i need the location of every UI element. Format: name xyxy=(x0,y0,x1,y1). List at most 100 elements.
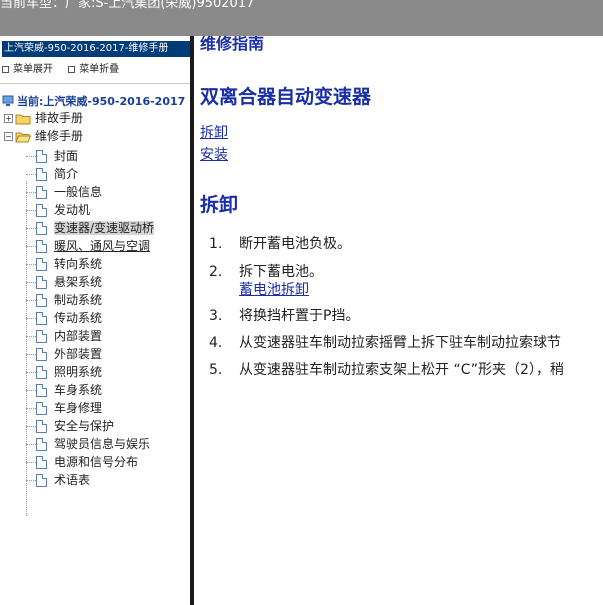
tree-item-label: 简介 xyxy=(54,167,79,181)
tree-item-steering[interactable]: 转向系统 xyxy=(26,255,102,273)
document-icon xyxy=(36,276,47,289)
step-item: 3. 将换挡杆置于P挡。 xyxy=(209,305,359,325)
tree-item-cover[interactable]: 封面 xyxy=(26,147,78,165)
tree-item-safety[interactable]: 安全与保护 xyxy=(26,417,114,435)
sidebar: 上汽荣威-950-2016-2017-维修手册 菜单展开 菜单折叠 当前:上汽荣… xyxy=(0,36,190,605)
toc-link-removal[interactable]: 拆卸 xyxy=(200,122,228,142)
tree-item-label: 转向系统 xyxy=(54,257,103,271)
content-pane: 维修指南 双离合器自动变速器 拆卸 安装 拆卸 1. 断开蓄电池负极。 2. 拆下蓄… xyxy=(194,36,603,605)
document-icon xyxy=(36,348,47,361)
tree-item-body-systems[interactable]: 车身系统 xyxy=(26,381,102,399)
battery-removal-link[interactable]: 蓄电池拆卸 xyxy=(239,279,309,299)
document-icon xyxy=(36,150,47,163)
menu-actions: 菜单展开 菜单折叠 xyxy=(2,60,131,75)
step-item: 4. 从变速器驻车制动拉索摇臂上拆下驻车制动拉索球节 xyxy=(209,332,561,352)
document-icon xyxy=(36,402,47,415)
document-icon xyxy=(36,294,47,307)
tree-item-label: 传动系统 xyxy=(54,311,103,325)
tree-item-label: 车身系统 xyxy=(54,383,103,397)
tree-item-driveline[interactable]: 传动系统 xyxy=(26,309,102,327)
tree-item-intro[interactable]: 简介 xyxy=(26,165,78,183)
step-text: 断开蓄电池负极。 xyxy=(239,236,351,252)
tree-item-label: 内部装置 xyxy=(54,329,103,343)
removal-heading: 拆卸 xyxy=(200,194,239,216)
tree-item-label: 车身修理 xyxy=(54,401,103,415)
model-title-bar: 上汽荣威-950-2016-2017-维修手册 xyxy=(2,41,190,57)
tree-item-label: 术语表 xyxy=(54,473,91,487)
collapse-icon xyxy=(68,65,76,73)
tree-item-engine[interactable]: 发动机 xyxy=(26,201,90,219)
step-item: 1. 断开蓄电池负极。 xyxy=(209,233,351,253)
document-icon xyxy=(36,168,47,181)
tree-item-hvac[interactable]: 暖风、通风与空调 xyxy=(26,237,150,255)
document-icon xyxy=(36,366,47,379)
tree-item-exterior[interactable]: 外部装置 xyxy=(26,345,102,363)
tree-item-general-info[interactable]: 一般信息 xyxy=(26,183,102,201)
tree-item-brakes[interactable]: 制动系统 xyxy=(26,291,102,309)
top-bar: 当前车型：厂家:S-上汽集团(荣威)9502017 xyxy=(0,0,603,36)
collapse-menu-button[interactable]: 菜单折叠 xyxy=(68,60,119,75)
tree-item-transmission[interactable]: 变速器/变速驱动桥 xyxy=(26,219,155,237)
document-icon xyxy=(36,204,47,217)
open-folder-icon xyxy=(15,132,31,142)
step-number: 5. xyxy=(209,362,223,378)
expand-menu-label: 菜单展开 xyxy=(13,64,53,75)
doc-title: 维修指南 xyxy=(200,36,265,53)
step-text: 从变速器驻车制动拉索摇臂上拆下驻车制动拉索球节 xyxy=(239,335,561,351)
document-icon xyxy=(36,438,47,451)
tree-item-lighting[interactable]: 照明系统 xyxy=(26,363,102,381)
expand-icon xyxy=(2,65,9,73)
step-item: 2. 拆下蓄电池。 xyxy=(209,261,323,281)
tree-item-label: 发动机 xyxy=(54,203,91,217)
toc-link-installation[interactable]: 安装 xyxy=(200,144,228,164)
tree-item-power-signal[interactable]: 电源和信号分布 xyxy=(26,453,138,471)
tree-root-label: 排故手册 xyxy=(35,111,84,125)
divider xyxy=(0,83,190,84)
tree-item-label: 悬架系统 xyxy=(54,275,103,289)
current-vehicle-title: 当前车型：厂家:S-上汽集团(荣威)9502017 xyxy=(0,0,255,11)
document-icon xyxy=(36,240,47,253)
tree-item-infotainment[interactable]: 驾驶员信息与娱乐 xyxy=(26,435,150,453)
tree-item-interior[interactable]: 内部装置 xyxy=(26,327,102,345)
document-icon xyxy=(36,186,47,199)
document-icon xyxy=(36,420,47,433)
tree-item-suspension[interactable]: 悬架系统 xyxy=(26,273,102,291)
current-vehicle-node[interactable]: 当前:上汽荣威-950-2016-2017 xyxy=(2,93,185,109)
tree-item-label: 一般信息 xyxy=(54,185,103,199)
document-icon xyxy=(36,312,47,325)
current-vehicle-label: 当前:上汽荣威-950-2016-2017 xyxy=(17,95,186,108)
document-icon xyxy=(36,222,47,235)
expand-toggle-icon[interactable]: + xyxy=(4,114,13,123)
tree-item-label: 制动系统 xyxy=(54,293,103,307)
step-text: 将换挡杆置于P挡。 xyxy=(239,308,360,324)
tree-root-label: 维修手册 xyxy=(35,129,84,143)
document-icon xyxy=(36,330,47,343)
section-title: 双离合器自动变速器 xyxy=(200,86,372,108)
tree-item-label: 安全与保护 xyxy=(54,419,115,433)
expand-menu-button[interactable]: 菜单展开 xyxy=(2,60,53,75)
step-text: 从变速器驻车制动拉索支架上松开 “C”形夹（2），稍 xyxy=(239,362,564,378)
step-number: 4. xyxy=(209,335,223,351)
tree-root-repair-manual[interactable]: − 维修手册 xyxy=(4,127,83,145)
document-icon xyxy=(36,384,47,397)
collapse-menu-label: 菜单折叠 xyxy=(79,64,120,75)
tree-root-troubleshooting[interactable]: + 排故手册 xyxy=(4,109,83,127)
tree-item-label: 驾驶员信息与娱乐 xyxy=(54,437,151,451)
document-icon xyxy=(36,258,47,271)
tree-item-body-repair[interactable]: 车身修理 xyxy=(26,399,102,417)
step-item: 5. 从变速器驻车制动拉索支架上松开 “C”形夹（2），稍 xyxy=(209,359,564,379)
collapse-toggle-icon[interactable]: − xyxy=(4,132,13,141)
step-text: 拆下蓄电池。 xyxy=(239,264,323,280)
tree-item-label: 电源和信号分布 xyxy=(54,455,139,469)
tree-item-label: 变速器/变速驱动桥 xyxy=(54,221,155,235)
document-icon xyxy=(36,474,47,487)
step-number: 2. xyxy=(209,264,223,280)
step-number: 1. xyxy=(209,236,223,252)
step-number: 3. xyxy=(209,308,223,324)
tree-item-glossary[interactable]: 术语表 xyxy=(26,471,90,489)
tree-item-label: 外部装置 xyxy=(54,347,103,361)
folder-icon xyxy=(15,114,31,124)
document-icon xyxy=(36,456,47,469)
computer-icon xyxy=(2,95,14,106)
tree-item-label: 照明系统 xyxy=(54,365,103,379)
